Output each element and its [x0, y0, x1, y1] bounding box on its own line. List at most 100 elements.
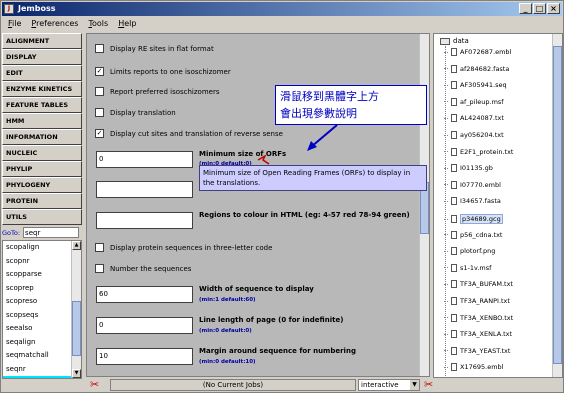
category-display[interactable]: DISPLAY — [2, 49, 82, 65]
category-nucleic[interactable]: NUCLEIC — [2, 145, 82, 161]
annotation-arrow — [307, 124, 338, 151]
program-item[interactable]: scopnr — [3, 255, 81, 269]
category-information[interactable]: INFORMATION — [2, 129, 82, 145]
goto-label: GoTo: — [2, 228, 21, 237]
program-panel: ALIGNMENT DISPLAY EDIT ENZYME KINETICS F… — [2, 33, 82, 379]
line-length-hint: (min:0 default:0) — [199, 328, 252, 334]
program-list: scopalign scopnr scopparse scoprep scopr… — [2, 240, 82, 379]
scissors-icon[interactable]: ✂ — [90, 379, 99, 391]
category-enzyme-kinetics[interactable]: ENZYME KINETICS — [2, 81, 82, 97]
regions-label[interactable]: Regions to colour in HTML (eg: 4-57 red … — [199, 211, 410, 219]
file-name: ay056204.txt — [460, 131, 504, 139]
option-row: Display RE sites in flat format — [95, 44, 214, 53]
file-item[interactable]: ay056204.txt — [444, 131, 504, 139]
file-icon — [451, 48, 457, 56]
category-feature-tables[interactable]: FEATURE TABLES — [2, 97, 82, 113]
file-item[interactable]: af284682.fasta — [444, 64, 509, 73]
program-item[interactable]: seqalign — [3, 336, 81, 350]
category-protein[interactable]: PROTEIN — [2, 193, 82, 209]
program-list-scrollbar[interactable]: ▲ ▼ — [71, 241, 81, 378]
file-item[interactable]: E2F1_protein.txt — [444, 147, 514, 156]
scroll-down-arrow[interactable]: ▼ — [72, 369, 81, 378]
file-item[interactable]: AF072687.embl — [444, 48, 511, 56]
file-name: E2F1_protein.txt — [460, 147, 514, 156]
maximize-button[interactable]: □ — [533, 3, 546, 14]
file-item[interactable]: TF3A_XENLA.txt — [444, 330, 512, 339]
program-item[interactable]: scopreso — [3, 295, 81, 309]
line-length-label[interactable]: Line length of page (0 for indefinite) — [199, 316, 343, 324]
tree-branch — [444, 101, 448, 103]
program-item[interactable]: scopparse — [3, 268, 81, 282]
margin-label[interactable]: Margin around sequence for numbering — [199, 347, 356, 355]
file-item[interactable]: X17695.embl — [444, 363, 503, 372]
width-input[interactable]: 60 — [96, 286, 193, 303]
program-item[interactable]: scopalign — [3, 241, 81, 255]
file-item[interactable]: TF3A_BUFAM.txt — [444, 280, 513, 289]
option-input[interactable] — [96, 181, 193, 198]
file-item[interactable]: AF305941.seq — [444, 81, 507, 90]
file-item[interactable]: I07770.embl — [444, 180, 501, 189]
margin-input[interactable]: 10 — [96, 348, 193, 365]
program-item[interactable]: seealso — [3, 322, 81, 336]
category-phylip[interactable]: PHYLIP — [2, 161, 82, 177]
file-item[interactable]: TF3A_XENBO.txt — [444, 313, 513, 322]
tree-root[interactable]: data — [440, 37, 469, 45]
option-checkbox[interactable] — [95, 108, 104, 117]
file-item[interactable]: p56_cdna.txt — [444, 230, 502, 239]
status-bar: ✂ (No Current Jobs) interactive ▼ ✂ — [88, 379, 562, 392]
file-item[interactable]: s1-1v.msf — [444, 263, 491, 272]
option-checkbox-checked[interactable]: ✓ — [95, 67, 104, 76]
file-item[interactable]: AL424087.txt — [444, 114, 504, 123]
scroll-up-arrow[interactable]: ▲ — [72, 241, 81, 250]
file-item[interactable]: p34689.gcg — [444, 214, 503, 224]
category-edit[interactable]: EDIT — [2, 65, 82, 81]
option-checkbox[interactable] — [95, 264, 104, 273]
program-item[interactable]: seqmatchall — [3, 349, 81, 363]
file-tree-scrollbar[interactable] — [552, 34, 562, 377]
file-name: plotorf.png — [460, 247, 496, 256]
category-utils[interactable]: UTILS — [2, 209, 82, 225]
regions-input[interactable] — [96, 212, 193, 229]
option-checkbox[interactable] — [95, 243, 104, 252]
menu-preferences[interactable]: Preferences — [31, 19, 78, 28]
width-label[interactable]: Width of sequence to display — [199, 285, 314, 293]
file-item[interactable]: I01135.gb — [444, 164, 493, 173]
cursor-icon — [257, 155, 270, 165]
menu-file[interactable]: File — [8, 19, 21, 28]
chevron-down-icon[interactable]: ▼ — [410, 380, 419, 390]
goto-input[interactable] — [23, 227, 80, 238]
line-length-input[interactable]: 0 — [96, 317, 193, 334]
option-checkbox-checked[interactable]: ✓ — [95, 129, 104, 138]
scroll-thumb[interactable] — [553, 46, 562, 364]
program-item[interactable]: scoprep — [3, 282, 81, 296]
orf-size-input[interactable]: 0 — [96, 151, 193, 168]
file-name: af_pileup.msf — [460, 97, 504, 106]
category-hmm[interactable]: HMM — [2, 113, 82, 129]
option-checkbox[interactable] — [95, 87, 104, 96]
file-name: AF072687.embl — [460, 48, 512, 56]
file-item[interactable]: TF3A_YEAST.txt — [444, 346, 510, 355]
menu-tools[interactable]: Tools — [88, 19, 108, 28]
category-alignment[interactable]: ALIGNMENT — [2, 33, 82, 49]
minimize-button[interactable]: _ — [519, 3, 532, 14]
file-name: I07770.embl — [460, 180, 501, 189]
tree-branch — [444, 333, 448, 335]
program-item-selected[interactable]: seqret — [3, 376, 81, 378]
program-item[interactable]: seqnr — [3, 363, 81, 377]
file-item[interactable]: af_pileup.msf — [444, 97, 504, 106]
file-item[interactable]: TF3A_RANPI.txt — [444, 297, 510, 305]
menu-help[interactable]: Help — [118, 19, 136, 28]
orf-size-label[interactable]: Minimum size of ORFs — [199, 150, 286, 158]
option-checkbox[interactable] — [95, 44, 104, 53]
annotation-line: 滑鼠移到黑體字上方 — [280, 90, 379, 103]
scissors-icon[interactable]: ✂ — [424, 379, 433, 391]
category-phylogeny[interactable]: PHYLOGENY — [2, 177, 82, 193]
program-item[interactable]: scopseqs — [3, 309, 81, 323]
tree-branch — [444, 68, 448, 70]
close-button[interactable]: × — [547, 3, 560, 14]
file-item[interactable]: plotorf.png — [444, 247, 496, 256]
file-item[interactable]: I34657.fasta — [444, 197, 501, 206]
mode-select[interactable]: interactive ▼ — [358, 379, 420, 391]
file-icon — [451, 363, 457, 372]
scroll-thumb[interactable] — [72, 301, 81, 356]
